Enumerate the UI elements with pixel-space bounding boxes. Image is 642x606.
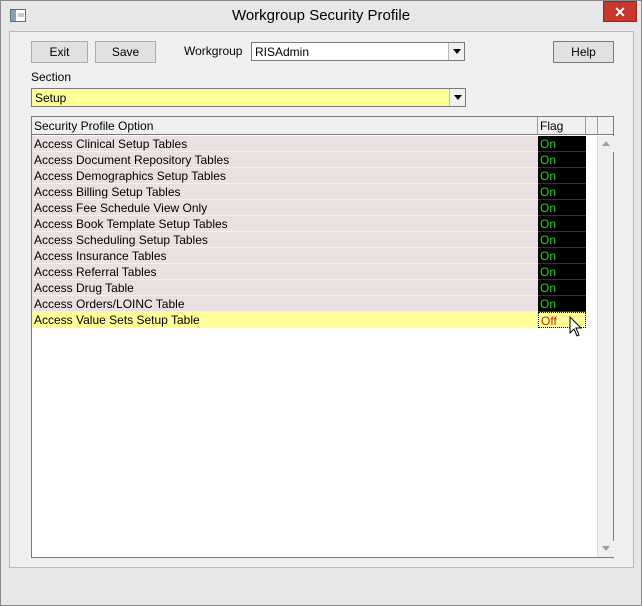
chevron-down-icon[interactable] bbox=[449, 89, 465, 106]
table-row[interactable]: Access Insurance Tables On bbox=[32, 248, 597, 264]
flag-cell[interactable]: On bbox=[538, 248, 586, 264]
flag-cell[interactable]: On bbox=[538, 184, 586, 200]
table-row[interactable]: Access Drug Table On bbox=[32, 280, 597, 296]
exit-button[interactable]: Exit bbox=[31, 41, 88, 63]
workgroup-select[interactable]: RISAdmin bbox=[251, 42, 465, 61]
option-cell[interactable]: Access Orders/LOINC Table bbox=[32, 296, 538, 312]
option-cell[interactable]: Access Billing Setup Tables bbox=[32, 184, 538, 200]
grid-rows: Access Clinical Setup Tables On Access D… bbox=[32, 136, 597, 328]
table-row[interactable]: Access Book Template Setup Tables On bbox=[32, 216, 597, 232]
option-cell[interactable]: Access Document Repository Tables bbox=[32, 152, 538, 168]
workgroup-security-profile-window: Workgroup Security Profile ✕ Exit Save W… bbox=[0, 0, 642, 606]
save-button[interactable]: Save bbox=[95, 41, 156, 63]
vertical-scrollbar[interactable] bbox=[597, 136, 614, 557]
option-cell[interactable]: Access Clinical Setup Tables bbox=[32, 136, 538, 152]
flag-cell[interactable]: On bbox=[538, 264, 586, 280]
flag-cell[interactable]: On bbox=[538, 200, 586, 216]
table-row[interactable]: Access Fee Schedule View Only On bbox=[32, 200, 597, 216]
workgroup-label: Workgroup bbox=[184, 44, 243, 58]
column-header-flag[interactable]: Flag bbox=[538, 117, 586, 135]
window-title: Workgroup Security Profile bbox=[231, 7, 411, 24]
table-row-selected[interactable]: Access Value Sets Setup Table Off bbox=[32, 312, 597, 328]
flag-cell[interactable]: On bbox=[538, 216, 586, 232]
grid-header: Security Profile Option Flag bbox=[32, 117, 613, 135]
option-cell[interactable]: Access Referral Tables bbox=[32, 264, 538, 280]
mouse-pointer-icon bbox=[569, 316, 583, 337]
option-cell[interactable]: Access Book Template Setup Tables bbox=[32, 216, 538, 232]
option-cell[interactable]: Access Value Sets Setup Table bbox=[32, 312, 538, 328]
section-label: Section bbox=[31, 70, 72, 84]
section-value: Setup bbox=[35, 91, 67, 105]
flag-cell[interactable]: On bbox=[538, 296, 586, 312]
option-cell[interactable]: Access Scheduling Setup Tables bbox=[32, 232, 538, 248]
security-options-grid[interactable]: Security Profile Option Flag Access Clin… bbox=[31, 116, 614, 558]
option-cell[interactable]: Access Drug Table bbox=[32, 280, 538, 296]
flag-cell[interactable]: On bbox=[538, 152, 586, 168]
chevron-down-icon[interactable] bbox=[448, 43, 464, 60]
title-bar: Workgroup Security Profile ✕ bbox=[1, 1, 641, 31]
table-row[interactable]: Access Referral Tables On bbox=[32, 264, 597, 280]
column-header-spacer bbox=[586, 117, 598, 135]
flag-cell[interactable]: On bbox=[538, 232, 586, 248]
option-cell[interactable]: Access Insurance Tables bbox=[32, 248, 538, 264]
table-row[interactable]: Access Clinical Setup Tables On bbox=[32, 136, 597, 152]
dialog-body: Exit Save Workgroup RISAdmin Help Sectio… bbox=[9, 31, 634, 568]
scroll-up-arrow-icon[interactable] bbox=[598, 136, 614, 152]
close-icon: ✕ bbox=[614, 4, 626, 20]
close-button[interactable]: ✕ bbox=[603, 1, 637, 22]
table-row[interactable]: Access Demographics Setup Tables On bbox=[32, 168, 597, 184]
flag-cell[interactable]: On bbox=[538, 136, 586, 152]
table-row[interactable]: Access Billing Setup Tables On bbox=[32, 184, 597, 200]
flag-cell[interactable]: On bbox=[538, 280, 586, 296]
section-select[interactable]: Setup bbox=[31, 88, 466, 107]
workgroup-value: RISAdmin bbox=[255, 45, 310, 59]
option-cell[interactable]: Access Demographics Setup Tables bbox=[32, 168, 538, 184]
flag-cell[interactable]: On bbox=[538, 168, 586, 184]
help-button[interactable]: Help bbox=[553, 41, 614, 63]
table-row[interactable]: Access Document Repository Tables On bbox=[32, 152, 597, 168]
table-row[interactable]: Access Orders/LOINC Table On bbox=[32, 296, 597, 312]
column-header-option[interactable]: Security Profile Option bbox=[32, 117, 538, 135]
table-row[interactable]: Access Scheduling Setup Tables On bbox=[32, 232, 597, 248]
scroll-down-arrow-icon[interactable] bbox=[598, 541, 614, 557]
option-cell[interactable]: Access Fee Schedule View Only bbox=[32, 200, 538, 216]
